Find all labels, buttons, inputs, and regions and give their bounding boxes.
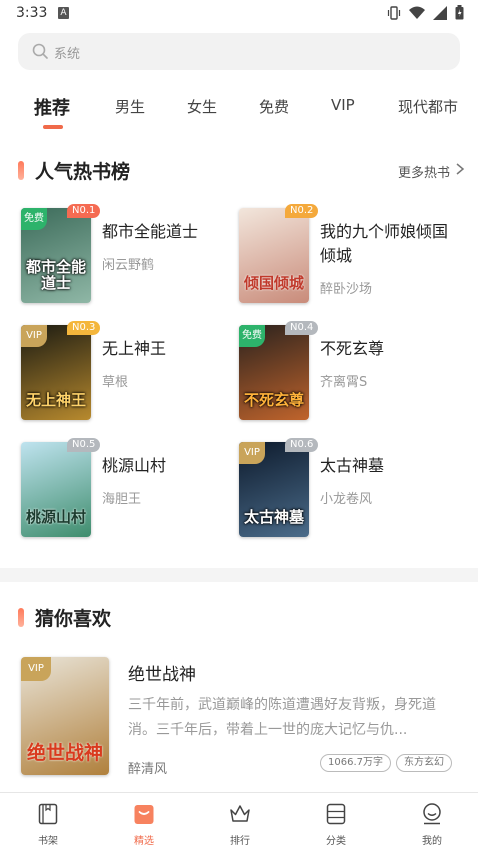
nav-profile[interactable]: 我的 xyxy=(384,793,478,851)
section-divider xyxy=(0,568,478,582)
nav-featured[interactable]: 精选 xyxy=(96,793,192,851)
tab-modern-city[interactable]: 现代都市 xyxy=(398,96,458,117)
book-author: 小龙卷风 xyxy=(320,492,373,507)
category-icon xyxy=(326,803,346,825)
category-tabs: 推荐 男生 女生 免费 VIP 现代都市 xyxy=(0,90,478,130)
book-author: 草根 xyxy=(102,375,129,390)
vip-tag: VIP xyxy=(21,657,51,681)
nav-label: 分类 xyxy=(326,836,346,847)
rank-badge: N0.4 xyxy=(285,321,319,335)
bookshelf-icon xyxy=(38,803,58,825)
cover-art-title: 桃源山村 xyxy=(25,508,86,526)
vip-tag: VIP xyxy=(21,325,47,347)
book-card[interactable]: 倾国倾城 N0.2 我的九个师娘倾国倾城 醉卧沙场 xyxy=(239,204,460,308)
book-title[interactable]: 无上神王 xyxy=(102,337,242,361)
recommended-book-description: 三千年前，武道巅峰的陈道遭遇好友背叛，身死道消。三千年后，带着上一世的庞大记忆与… xyxy=(128,697,436,738)
status-bar: 3:33 A xyxy=(0,0,478,28)
profile-icon xyxy=(423,803,441,825)
book-cover[interactable]: 太古神墓 VIP xyxy=(239,442,309,537)
chevron-right-icon[interactable] xyxy=(454,162,466,176)
featured-icon xyxy=(134,805,154,824)
book-cover[interactable]: 无上神王 VIP xyxy=(21,325,91,420)
book-title[interactable]: 都市全能道士 xyxy=(102,220,242,244)
rank-badge: N0.5 xyxy=(67,438,101,452)
nav-category[interactable]: 分类 xyxy=(288,793,384,851)
book-author: 醉卧沙场 xyxy=(320,282,373,297)
recommended-book-cover[interactable]: 绝世战神 VIP xyxy=(21,657,109,775)
guess-header: 猜你喜欢 xyxy=(0,603,478,633)
search-placeholder: 系统 xyxy=(54,47,81,62)
rank-badge: N0.6 xyxy=(285,438,319,452)
rank-badge: N0.1 xyxy=(67,204,101,218)
free-tag: 免费 xyxy=(239,325,265,347)
search-icon xyxy=(32,43,48,59)
book-card[interactable]: 不死玄尊 免费 N0.4 不死玄尊 齐离霄S xyxy=(239,321,460,425)
recommended-book-author: 醉清风 xyxy=(128,762,168,777)
guess-title: 猜你喜欢 xyxy=(35,608,112,630)
more-hot-books-link[interactable]: 更多热书 xyxy=(398,162,450,181)
book-cover[interactable]: 不死玄尊 免费 xyxy=(239,325,309,420)
recommended-book-title[interactable]: 绝世战神 xyxy=(128,660,196,685)
status-time: 3:33 xyxy=(16,5,48,21)
tab-male[interactable]: 男生 xyxy=(115,96,145,117)
hot-books-header: 人气热书榜 更多热书 xyxy=(0,156,478,186)
book-card[interactable]: 无上神王 VIP N0.3 无上神王 草根 xyxy=(21,321,242,425)
tab-recommend[interactable]: 推荐 xyxy=(34,94,70,120)
nav-label: 精选 xyxy=(134,836,154,847)
tab-indicator xyxy=(43,125,63,129)
book-card[interactable]: 都市全能道士 免费 N0.1 都市全能道士 闲云野鹤 xyxy=(21,204,242,308)
book-cover[interactable]: 都市全能道士 免费 xyxy=(21,208,91,303)
bottom-navigation: 书架 精选 排行 分类 我的 xyxy=(0,792,478,851)
book-card[interactable]: 太古神墓 VIP N0.6 太古神墓 小龙卷风 xyxy=(239,438,460,542)
category-badge: 东方玄幻 xyxy=(396,754,452,772)
vip-tag: VIP xyxy=(239,442,265,464)
book-title[interactable]: 我的九个师娘倾国倾城 xyxy=(320,220,460,268)
ranking-crown-icon xyxy=(230,805,250,822)
cover-art-title: 都市全能道士 xyxy=(25,258,86,292)
nav-label: 我的 xyxy=(422,836,442,847)
rank-badge: N0.3 xyxy=(67,321,101,335)
nav-label: 排行 xyxy=(230,836,250,847)
nav-label: 书架 xyxy=(38,836,58,847)
book-cover[interactable]: 桃源山村 xyxy=(21,442,91,537)
tab-vip[interactable]: VIP xyxy=(331,96,355,114)
section-accent-bar xyxy=(18,161,24,180)
free-tag: 免费 xyxy=(21,208,47,230)
search-input[interactable]: 系统 xyxy=(18,33,460,70)
wifi-icon xyxy=(409,6,425,19)
notification-icon: A xyxy=(58,7,69,19)
cover-art-title: 绝世战神 xyxy=(26,742,103,764)
section-accent-bar xyxy=(18,608,24,627)
battery-icon xyxy=(455,5,464,20)
cover-art-title: 无上神王 xyxy=(25,391,86,409)
tab-female[interactable]: 女生 xyxy=(187,96,217,117)
nav-ranking[interactable]: 排行 xyxy=(192,793,288,851)
book-author: 海胆王 xyxy=(102,492,142,507)
status-icons xyxy=(387,5,464,20)
cover-art-title: 倾国倾城 xyxy=(243,274,304,292)
nav-bookshelf[interactable]: 书架 xyxy=(0,793,96,851)
vibrate-icon xyxy=(387,5,401,20)
book-title[interactable]: 桃源山村 xyxy=(102,454,242,478)
book-author: 闲云野鹤 xyxy=(102,258,155,273)
book-title[interactable]: 太古神墓 xyxy=(320,454,460,478)
book-card[interactable]: 桃源山村 N0.5 桃源山村 海胆王 xyxy=(21,438,242,542)
hot-books-title: 人气热书榜 xyxy=(35,161,131,183)
word-count-badge: 1066.7万字 xyxy=(320,754,391,772)
rank-badge: N0.2 xyxy=(285,204,319,218)
book-author: 齐离霄S xyxy=(320,375,368,390)
cover-art-title: 太古神墓 xyxy=(243,508,304,526)
signal-icon xyxy=(433,5,447,20)
cover-art-title: 不死玄尊 xyxy=(243,391,304,409)
tab-free[interactable]: 免费 xyxy=(259,96,289,117)
book-cover[interactable]: 倾国倾城 xyxy=(239,208,309,303)
book-title[interactable]: 不死玄尊 xyxy=(320,337,460,361)
